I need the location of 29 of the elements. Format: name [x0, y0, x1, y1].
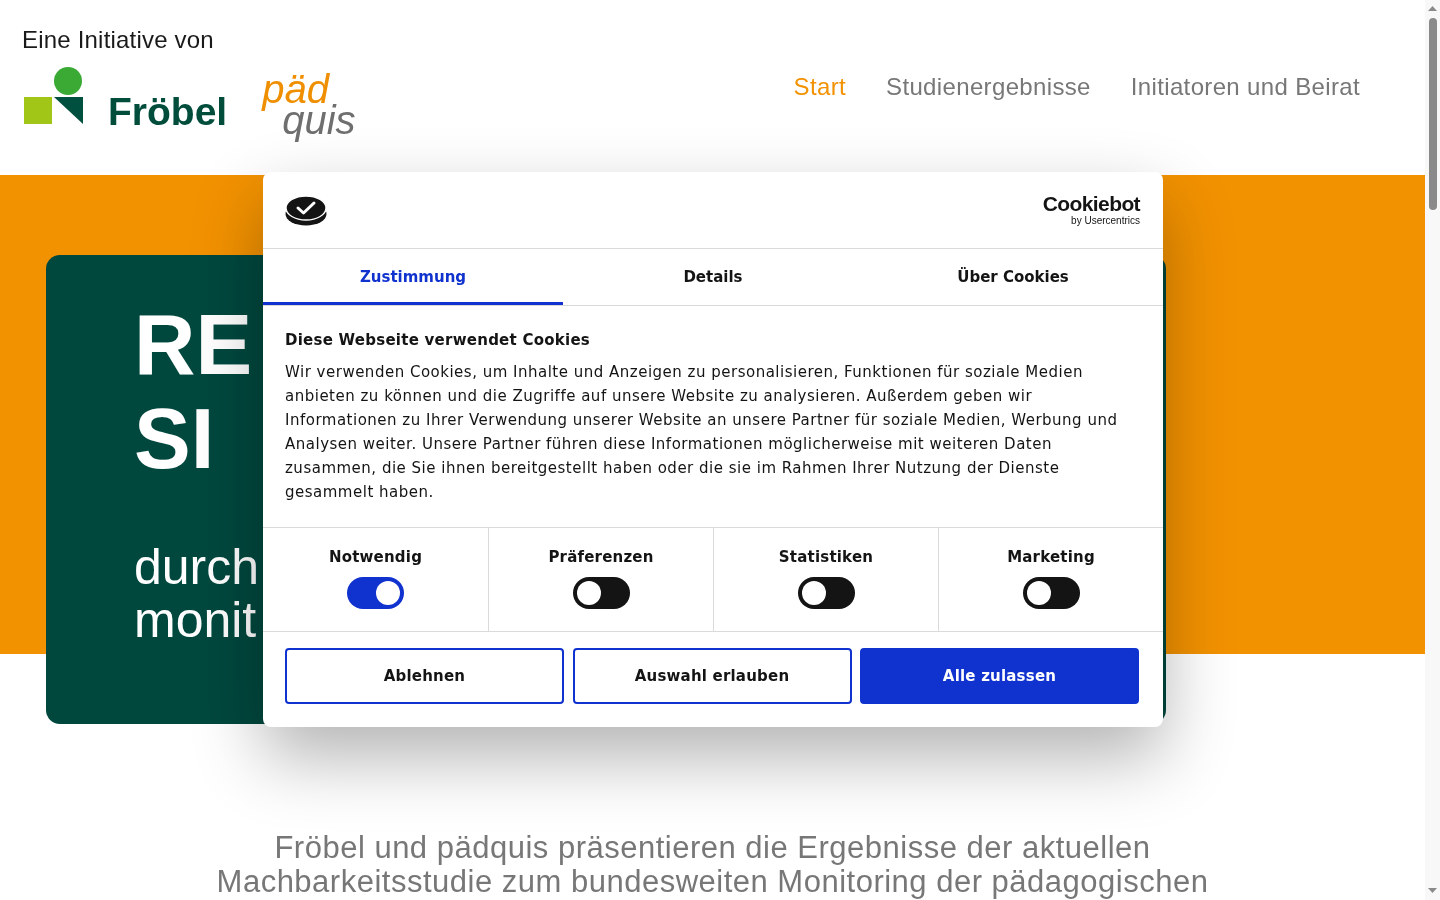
nav-link[interactable]: Initiatoren und Beirat	[1130, 72, 1360, 102]
hero-subtitle: durch monit	[134, 541, 260, 647]
brand-byline: by Usercentrics	[1071, 215, 1140, 227]
category-label: Präferenzen	[548, 547, 654, 568]
nav-link[interactable]: Studienergebnisse	[886, 72, 1091, 102]
scrollbar-thumb[interactable]	[1428, 18, 1437, 210]
logo-wordmark: Fröbel	[108, 90, 228, 134]
category-label: Notwendig	[328, 547, 423, 568]
toggle-switch[interactable]	[572, 577, 630, 609]
brand-wordmark: Cookiebot	[1042, 193, 1140, 215]
toggle-switch[interactable]	[347, 577, 404, 609]
scrollbar[interactable]	[1425, 0, 1440, 900]
check-disc-icon	[285, 194, 327, 226]
scroll-down-icon[interactable]	[1428, 888, 1437, 893]
dialog-button[interactable]: Ablehnen	[285, 648, 564, 704]
scroll-up-icon[interactable]	[1428, 6, 1437, 11]
dialog-title: Diese Webseite verwendet Cookies	[285, 330, 591, 351]
hero-heading: RE SI	[134, 298, 253, 486]
dialog-tab[interactable]: Zustimmung	[263, 249, 563, 305]
accept-all-button[interactable]: Alle zulassen	[860, 648, 1139, 704]
intro-paragraph: Fröbel und pädquis präsentieren die Ergebnisse der aktuellen Machbarkeitsstudie zum bundesweiten Monitoring der pädagogischen	[216, 831, 1209, 899]
logo-shapes-icon	[24, 67, 83, 124]
initiative-caption: Eine Initiative von	[22, 28, 214, 52]
dialog-text: Wir verwenden Cookies, um Inhalte und Anzeigen zu personalisieren, Funktionen für soziale Medien anbieten zu können und die Zugriffe auf unsere Website zu analysieren. Außerdem geben wir Informationen zu Ihrer Verwendung unserer Website an unsere Partner für soziale Medien, Werbung und Analysen weiter. Unsere Partner führen diese Informationen möglicherweise mit weiteren Daten zusammen, die Sie ihnen bereitgestellt haben oder die sie im Rahmen Ihrer Nutzung der Dienste gesammelt haben.	[285, 362, 1119, 503]
dialog-button[interactable]: Auswahl erlauben	[572, 648, 852, 704]
toggle-switch[interactable]	[797, 577, 855, 609]
category-label: Statistiken	[778, 547, 874, 568]
category-label: Marketing	[1007, 547, 1095, 568]
toggle-switch[interactable]	[1022, 577, 1080, 609]
